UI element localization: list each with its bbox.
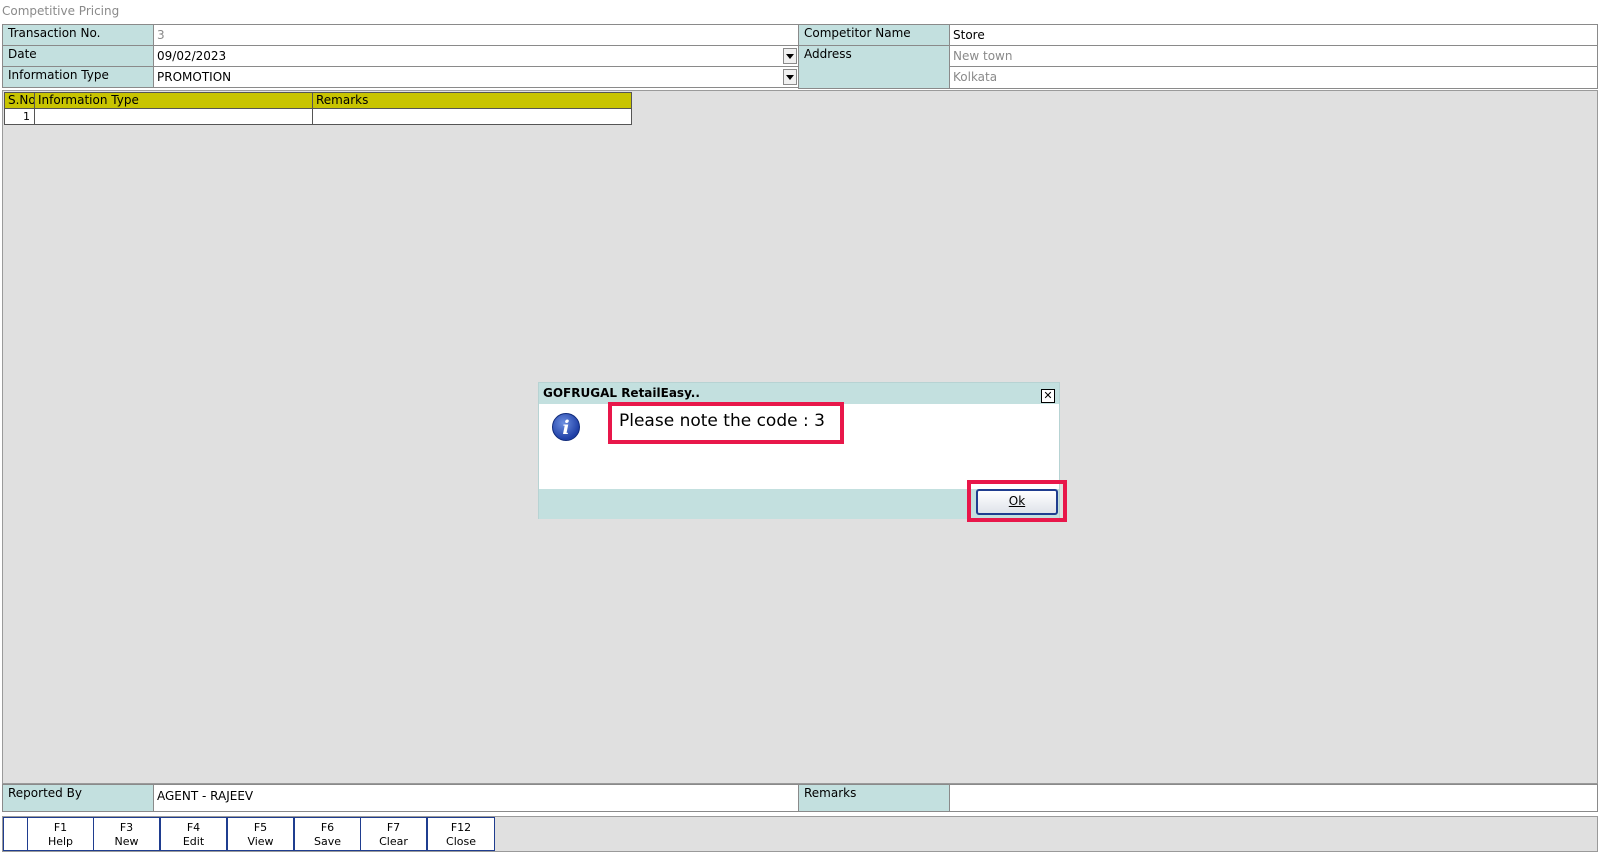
reported-by-field[interactable]: AGENT - RAJEEV (153, 784, 799, 812)
dialog-title: GOFRUGAL RetailEasy.. (539, 383, 1059, 404)
new-button[interactable]: F3 New (93, 817, 160, 851)
help-label: Help (47, 835, 74, 848)
information-type-label: Information Type (2, 66, 154, 88)
date-label: Date (2, 45, 154, 67)
view-button[interactable]: F5 View (227, 817, 294, 851)
competitor-name-field[interactable]: Store (949, 24, 1598, 46)
edit-button[interactable]: F4 Edit (160, 817, 227, 851)
date-dropdown-icon[interactable] (783, 48, 797, 64)
edit-key: F4 (186, 821, 201, 834)
information-type-dropdown-icon[interactable] (783, 69, 797, 85)
save-key: F6 (320, 821, 335, 834)
save-label: Save (313, 835, 341, 848)
help-key: F1 (53, 821, 68, 834)
clear-button[interactable]: F7 Clear (360, 817, 427, 851)
clear-key: F7 (386, 821, 401, 834)
grid-cell-sno[interactable]: 1 (4, 108, 35, 125)
information-type-value: PROMOTION (157, 70, 232, 84)
reported-by-label: Reported By (2, 784, 154, 812)
grid-header-remarks: Remarks (312, 92, 632, 109)
competitor-name-label: Competitor Name (798, 24, 950, 46)
edit-label: Edit (182, 835, 205, 848)
new-key: F3 (119, 821, 134, 834)
close-key: F12 (450, 821, 472, 834)
grid-cell-information-type[interactable] (34, 108, 313, 125)
fkey-spacer (3, 817, 28, 851)
clear-label: Clear (379, 835, 408, 848)
date-value: 09/02/2023 (157, 49, 227, 63)
ok-button[interactable]: Ok (976, 489, 1058, 515)
address-line1-field[interactable]: New town (949, 45, 1598, 67)
new-label: New (114, 835, 139, 848)
view-label: View (247, 835, 274, 848)
ok-button-label: Ok (1008, 494, 1026, 508)
window-title: Competitive Pricing (2, 4, 120, 18)
grid-header-information-type: Information Type (34, 92, 313, 109)
remarks-field[interactable] (949, 784, 1598, 812)
information-type-select[interactable]: PROMOTION (153, 66, 799, 88)
transaction-no-label: Transaction No. (2, 24, 154, 46)
message-dialog: GOFRUGAL RetailEasy.. ✕ i Please note th… (538, 382, 1067, 522)
address-label: Address (798, 45, 950, 89)
close-button[interactable]: F12 Close (427, 817, 495, 851)
date-field[interactable]: 09/02/2023 (153, 45, 799, 67)
transaction-no-field[interactable]: 3 (153, 24, 799, 46)
close-label: Close (446, 835, 476, 848)
grid-header-sno: S.No (4, 92, 35, 109)
help-button[interactable]: F1 Help (27, 817, 94, 851)
dialog-message: Please note the code : 3 (608, 402, 844, 444)
view-key: F5 (253, 821, 268, 834)
info-icon: i (552, 413, 580, 441)
grid-cell-remarks[interactable] (312, 108, 632, 125)
close-icon[interactable]: ✕ (1041, 389, 1055, 403)
address-line2-field[interactable]: Kolkata (949, 66, 1598, 89)
remarks-label: Remarks (798, 784, 950, 812)
save-button[interactable]: F6 Save (294, 817, 361, 851)
